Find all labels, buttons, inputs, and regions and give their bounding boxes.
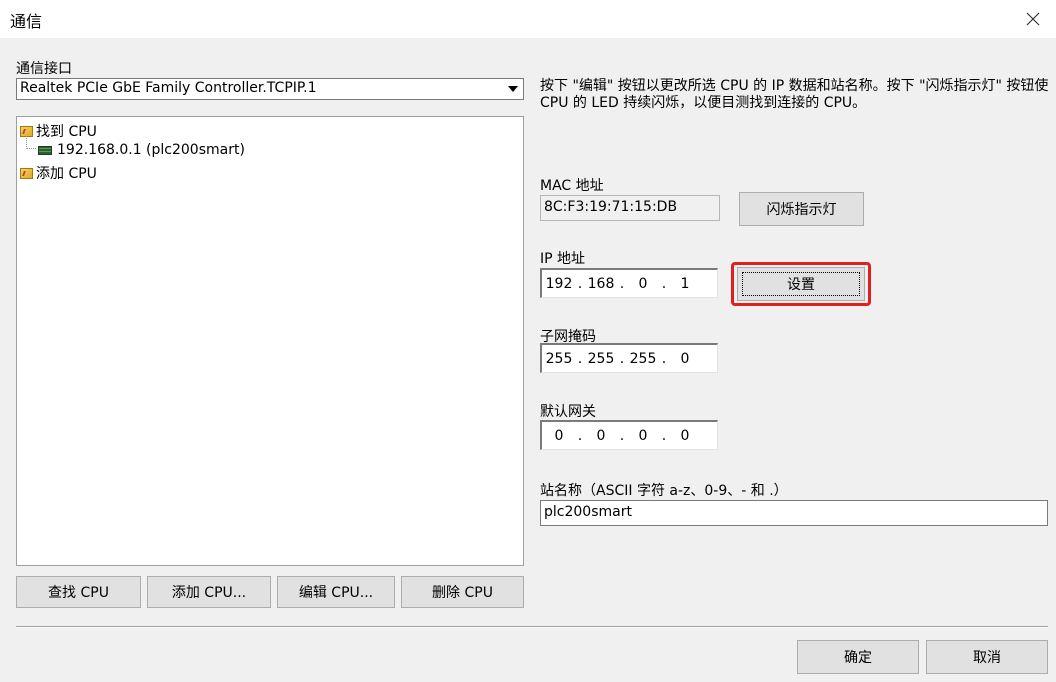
ip-label: IP 地址 bbox=[540, 251, 586, 267]
button-label: 查找 CPU bbox=[48, 585, 109, 601]
cancel-button[interactable]: 取消 bbox=[926, 640, 1048, 674]
delete-cpu-button[interactable]: 删除 CPU bbox=[401, 576, 524, 608]
mac-field: 8C:F3:19:71:15:DB bbox=[540, 195, 720, 221]
tree-node-add-cpu[interactable]: 添加 CPU bbox=[20, 163, 97, 183]
tree-connector bbox=[26, 136, 36, 149]
folder-icon bbox=[20, 125, 33, 137]
highlight-box bbox=[731, 262, 871, 306]
subnet-octet[interactable]: 0 bbox=[668, 351, 702, 367]
button-label: 删除 CPU bbox=[432, 585, 493, 601]
description-text: 按下 "编辑" 按钮以更改所选 CPU 的 IP 数据和站名称。按下 "闪烁指示… bbox=[540, 78, 1049, 111]
title-bar: 通信 bbox=[0, 0, 1056, 38]
plc-icon bbox=[38, 145, 52, 155]
ip-address-field[interactable]: 192. 168. 0. 1 bbox=[540, 268, 718, 298]
interface-label: 通信接口 bbox=[16, 61, 72, 77]
subnet-octet[interactable]: 255 bbox=[542, 351, 576, 367]
gateway-field[interactable]: 0. 0. 0. 0 bbox=[540, 420, 718, 450]
ok-button[interactable]: 确定 bbox=[797, 640, 919, 674]
tree-node-label: 添加 CPU bbox=[36, 166, 97, 182]
button-label: 闪烁指示灯 bbox=[766, 202, 837, 218]
ip-octet[interactable]: 0 bbox=[626, 276, 660, 292]
close-icon bbox=[1026, 12, 1040, 26]
dropdown-arrow-icon[interactable] bbox=[504, 80, 522, 98]
edit-cpu-button[interactable]: 编辑 CPU... bbox=[277, 576, 395, 608]
add-cpu-button[interactable]: 添加 CPU... bbox=[147, 576, 271, 608]
button-label: 确定 bbox=[844, 650, 872, 666]
interface-select-value: Realtek PCIe GbE Family Controller.TCPIP… bbox=[20, 80, 317, 96]
button-label: 编辑 CPU... bbox=[298, 585, 374, 601]
button-label: 取消 bbox=[973, 650, 1001, 666]
gateway-octet[interactable]: 0 bbox=[668, 428, 702, 444]
subnet-octet[interactable]: 255 bbox=[626, 351, 660, 367]
station-name-label: 站名称（ASCII 字符 a-z、0-9、- 和 .） bbox=[540, 483, 788, 499]
interface-select[interactable]: Realtek PCIe GbE Family Controller.TCPIP… bbox=[16, 78, 524, 100]
gateway-octet[interactable]: 0 bbox=[626, 428, 660, 444]
tree-node-label: 找到 CPU bbox=[36, 124, 97, 140]
subnet-mask-field[interactable]: 255. 255. 255. 0 bbox=[540, 343, 718, 373]
window-title: 通信 bbox=[10, 12, 43, 31]
tree-node-label: 192.168.0.1 (plc200smart) bbox=[57, 142, 245, 158]
ip-octet[interactable]: 192 bbox=[542, 276, 576, 292]
mac-label: MAC 地址 bbox=[540, 178, 604, 194]
folder-icon bbox=[20, 167, 33, 179]
blink-led-button[interactable]: 闪烁指示灯 bbox=[739, 192, 864, 226]
find-cpu-button[interactable]: 查找 CPU bbox=[16, 576, 141, 608]
gateway-octet[interactable]: 0 bbox=[584, 428, 618, 444]
close-button[interactable] bbox=[1010, 0, 1056, 38]
station-name-field[interactable]: plc200smart bbox=[540, 500, 1048, 526]
ip-octet[interactable]: 1 bbox=[668, 276, 702, 292]
subnet-octet[interactable]: 255 bbox=[584, 351, 618, 367]
gateway-label: 默认网关 bbox=[540, 404, 596, 420]
separator bbox=[16, 626, 1048, 628]
ip-octet[interactable]: 168 bbox=[584, 276, 618, 292]
tree-node-device[interactable]: 192.168.0.1 (plc200smart) bbox=[38, 142, 245, 158]
cpu-tree[interactable]: 找到 CPU 192.168.0.1 (plc200smart) 添加 CPU bbox=[16, 116, 524, 566]
gateway-octet[interactable]: 0 bbox=[542, 428, 576, 444]
button-label: 添加 CPU... bbox=[171, 585, 247, 601]
